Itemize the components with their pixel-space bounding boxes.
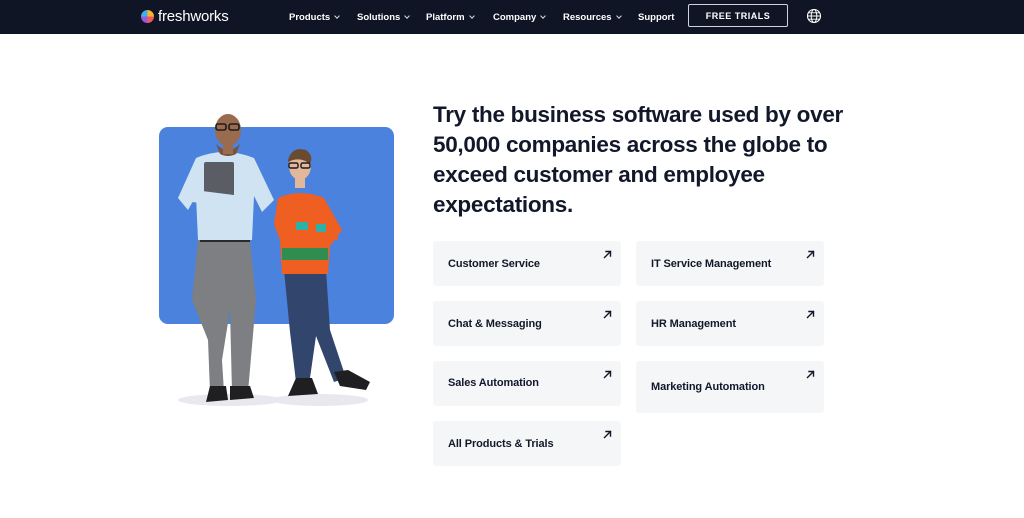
nav-solutions[interactable]: Solutions xyxy=(357,0,411,34)
chevron-down-icon xyxy=(540,12,547,19)
nav-solutions-label: Solutions xyxy=(357,11,401,23)
chevron-down-icon xyxy=(468,12,475,19)
nav-resources[interactable]: Resources xyxy=(563,0,622,34)
nav-resources-label: Resources xyxy=(563,11,612,23)
top-navbar: freshworks Products Solutions Platform C… xyxy=(0,0,1024,34)
nav-company-label: Company xyxy=(493,11,537,23)
nav-platform[interactable]: Platform xyxy=(426,0,475,34)
freshworks-logo[interactable]: freshworks xyxy=(141,5,229,27)
card-label: All Products & Trials xyxy=(448,438,554,450)
chevron-down-icon xyxy=(404,12,411,19)
card-sales-automation[interactable]: Sales Automation xyxy=(433,361,621,406)
card-label: IT Service Management xyxy=(651,258,772,270)
card-marketing-automation[interactable]: Marketing Automation xyxy=(636,361,824,413)
arrow-up-right-icon xyxy=(806,310,815,319)
card-label: Chat & Messaging xyxy=(448,318,542,330)
card-it-service-management[interactable]: IT Service Management xyxy=(636,241,824,286)
arrow-up-right-icon xyxy=(603,310,612,319)
card-chat-messaging[interactable]: Chat & Messaging xyxy=(433,301,621,346)
nav-platform-label: Platform xyxy=(426,11,465,23)
arrow-up-right-icon xyxy=(603,250,612,259)
card-all-products-trials[interactable]: All Products & Trials xyxy=(433,421,621,466)
card-customer-service[interactable]: Customer Service xyxy=(433,241,621,286)
card-hr-management[interactable]: HR Management xyxy=(636,301,824,346)
card-label: Sales Automation xyxy=(448,377,539,389)
chevron-down-icon xyxy=(615,12,622,19)
nav-support-label: Support xyxy=(638,11,675,23)
arrow-up-right-icon xyxy=(603,370,612,379)
arrow-up-right-icon xyxy=(806,370,815,379)
hero-headline: Try the business software used by over 5… xyxy=(433,102,843,217)
hero-people-image xyxy=(178,114,370,406)
globe-icon[interactable] xyxy=(806,8,822,24)
free-trials-button[interactable]: FREE TRIALS xyxy=(688,4,788,27)
card-label: HR Management xyxy=(651,318,736,330)
card-label: Marketing Automation xyxy=(651,381,765,393)
nav-support[interactable]: Support xyxy=(638,0,674,34)
nav-products-label: Products xyxy=(289,11,331,23)
arrow-up-right-icon xyxy=(603,430,612,439)
brand-name: freshworks xyxy=(158,7,229,25)
card-label: Customer Service xyxy=(448,258,540,270)
chevron-down-icon xyxy=(334,12,341,19)
nav-company[interactable]: Company xyxy=(493,0,547,34)
nav-products[interactable]: Products xyxy=(289,0,341,34)
freshworks-logo-icon xyxy=(141,9,154,23)
arrow-up-right-icon xyxy=(806,250,815,259)
